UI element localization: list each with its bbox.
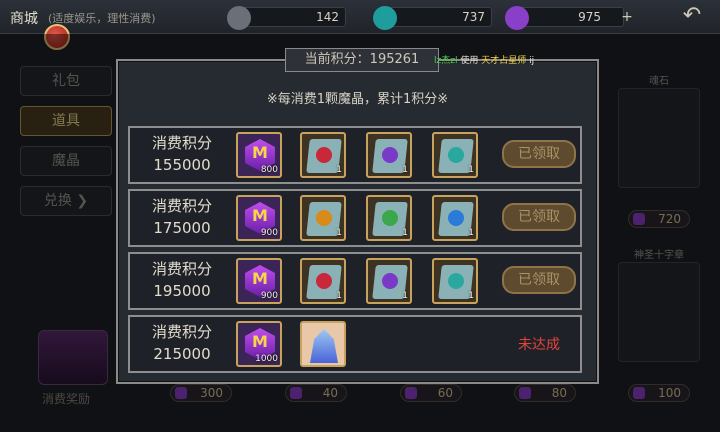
broadcast-notice: lz杰zl 使用 天才占星师 ij: [434, 53, 534, 66]
wing-resource: 142: [227, 6, 346, 30]
reward-row: 消费积分 215000 M 1000 未达成: [128, 315, 582, 373]
wing-icon: [227, 6, 251, 30]
rune-scroll-item[interactable]: 1: [432, 258, 478, 304]
rune-scroll-item[interactable]: 1: [366, 195, 412, 241]
notice-mid: 使用: [457, 56, 482, 66]
magic-crystal-icon: [505, 6, 529, 30]
magic-crystal-item[interactable]: M 1000: [236, 321, 282, 367]
claimed-button[interactable]: 已领取: [502, 266, 576, 294]
magic-crystal-item[interactable]: M 800: [236, 132, 282, 178]
teal-orb-icon: [373, 6, 397, 30]
row-label: 消费积分 215000: [151, 323, 212, 363]
rune-scroll-item[interactable]: 1: [432, 132, 478, 178]
current-score-header: 当前积分：195261: [285, 48, 439, 72]
red-rune-icon: [316, 147, 332, 163]
rune-scroll-item[interactable]: 1: [300, 195, 346, 241]
orange-rune-icon: [316, 210, 332, 226]
claimed-button[interactable]: 已领取: [502, 203, 576, 231]
magic-crystal-item[interactable]: M 900: [236, 195, 282, 241]
notice-title: 天才占星师: [481, 56, 527, 66]
teal-rune-icon: [448, 147, 464, 163]
rune-scroll-item[interactable]: 1: [300, 132, 346, 178]
crystal-reward-item[interactable]: [300, 321, 346, 367]
back-arrow-icon[interactable]: ↶: [674, 5, 710, 29]
rune-scroll-item[interactable]: 1: [300, 258, 346, 304]
notice-tail: ij: [526, 56, 535, 66]
not-reached-status: 未达成: [518, 337, 560, 353]
claimed-button[interactable]: 已领取: [502, 140, 576, 168]
reward-row: 消费积分 155000 M 800 1 1 1 已领取: [128, 126, 582, 184]
wing-value: 142: [316, 10, 339, 24]
reward-row: 消费积分 195000 M 900 1 1 1 已领取: [128, 252, 582, 310]
row-label: 消费积分 195000: [151, 260, 212, 300]
teal-rune-icon: [448, 273, 464, 289]
blue-crystal-icon: [310, 329, 338, 363]
add-crystal-button[interactable]: +: [619, 10, 635, 26]
rule-text: ※每消费1颗魔晶，累计1积分※: [266, 92, 449, 107]
red-rune-icon: [316, 273, 332, 289]
teal-orb-value: 737: [462, 10, 485, 24]
purple-rune-icon: [382, 273, 398, 289]
shop-subtitle: (适度娱乐，理性消费): [48, 12, 156, 25]
rune-scroll-item[interactable]: 1: [366, 258, 412, 304]
row-label: 消费积分 175000: [151, 197, 212, 237]
top-bar: 商城 (适度娱乐，理性消费) 142 737 975 + ↶: [0, 0, 720, 34]
row-label: 消费积分 155000: [151, 134, 212, 174]
reward-row: 消费积分 175000 M 900 1 1 1 已领取: [128, 189, 582, 247]
blue-rune-icon: [448, 210, 464, 226]
notice-user: lz杰zl: [434, 56, 458, 66]
magic-crystal-item[interactable]: M 900: [236, 258, 282, 304]
magic-crystal-value: 975: [578, 10, 601, 24]
purple-rune-icon: [382, 147, 398, 163]
teal-orb-resource: 737: [373, 6, 492, 30]
magic-crystal-resource: 975 +: [505, 6, 633, 30]
rune-scroll-item[interactable]: 1: [432, 195, 478, 241]
shop-title: 商城: [10, 11, 38, 27]
green-rune-icon: [382, 210, 398, 226]
rune-scroll-item[interactable]: 1: [366, 132, 412, 178]
